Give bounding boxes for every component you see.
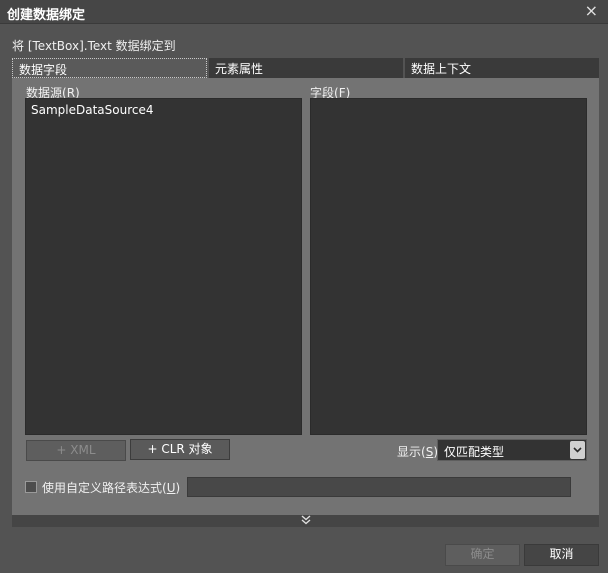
chevron-down-icon[interactable] (570, 441, 585, 459)
add-clr-object-button[interactable]: + CLR 对象 (130, 439, 230, 460)
custom-path-input[interactable] (187, 477, 571, 497)
display-filter-dropdown[interactable]: 仅匹配类型 (437, 439, 587, 461)
data-source-list[interactable]: SampleDataSource4 (25, 98, 302, 435)
fields-list[interactable] (310, 98, 587, 435)
window-title: 创建数据绑定 (7, 8, 86, 23)
custom-path-access-key: U (166, 481, 176, 495)
tab-strip: 数据字段 元素属性 数据上下文 (12, 58, 599, 78)
custom-path-label: 使用自定义路径表达式(U) (42, 481, 181, 495)
add-xml-button[interactable]: + XML (26, 440, 126, 461)
tab-data-context[interactable]: 数据上下文 (405, 58, 599, 78)
ok-button[interactable]: 确定 (445, 544, 520, 566)
binding-target-description: 将 [TextBox].Text 数据绑定到 (12, 39, 176, 53)
advanced-options-expander[interactable] (12, 515, 599, 527)
close-icon[interactable]: × (585, 2, 598, 20)
custom-path-label-text: 使用自定义路径表达式 (42, 481, 163, 495)
title-bar: 创建数据绑定 × (0, 0, 608, 24)
list-item[interactable]: SampleDataSource4 (31, 103, 154, 117)
display-label: 显示(S) (397, 445, 439, 459)
display-label-text: 显示 (397, 445, 422, 459)
cancel-button[interactable]: 取消 (524, 544, 599, 566)
display-access-key: S (425, 445, 434, 459)
display-filter-value: 仅匹配类型 (444, 445, 505, 459)
custom-path-checkbox[interactable] (25, 481, 37, 493)
chevron-double-down-icon[interactable] (300, 514, 312, 526)
tab-data-field[interactable]: 数据字段 (12, 58, 207, 78)
tab-element-property[interactable]: 元素属性 (209, 58, 403, 78)
